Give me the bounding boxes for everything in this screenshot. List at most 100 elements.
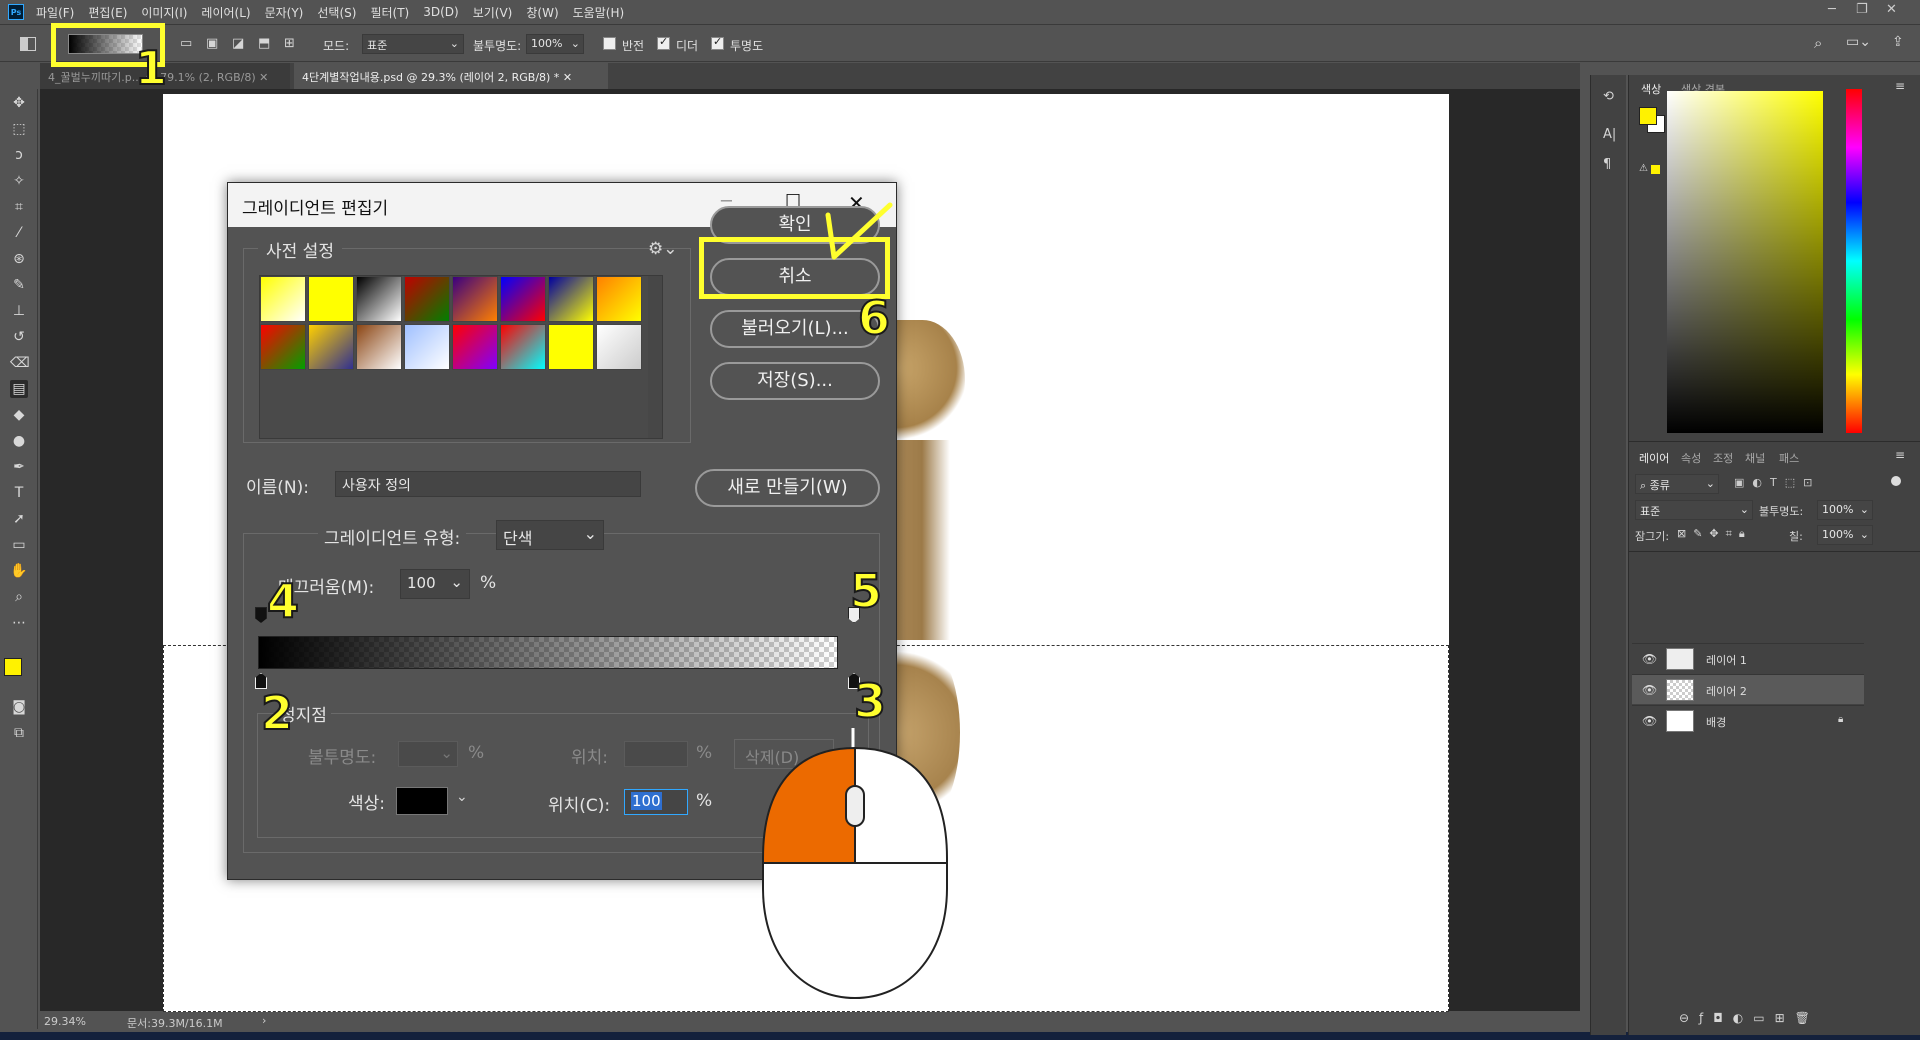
preset-swatch[interactable] [500,276,546,322]
tab-paths[interactable]: 패스 [1779,450,1799,466]
close-icon[interactable]: ✕ [1886,2,1897,17]
layer-actions-icons[interactable]: ⊖ƒ◘◐▭⊞🗑︎ [1679,1011,1820,1025]
healing-brush-tool-icon[interactable]: ⊛ [10,250,28,268]
preset-swatch[interactable] [308,276,354,322]
stop-location-input[interactable] [624,741,688,767]
eye-icon[interactable]: 👁︎ [1642,714,1657,728]
search-icon[interactable]: ⌕ [1814,34,1822,52]
layer-name[interactable]: 레이어 2 [1706,683,1747,699]
crop-tool-icon[interactable]: ⌗ [10,198,28,216]
menu-edit[interactable]: 편집(E) [88,4,127,21]
marquee-tool-icon[interactable]: ⬚ [10,120,28,138]
lock-icons[interactable]: ⊠✎✥⌗🔒︎ [1677,527,1752,541]
menu-image[interactable]: 이미지(I) [141,4,187,21]
menu-window[interactable]: 창(W) [526,4,558,21]
radial-gradient-icon[interactable]: ▣ [206,36,218,51]
close-icon[interactable]: ✕ [259,71,268,84]
gradient-tool-icon[interactable]: ▤ [10,380,28,398]
menu-help[interactable]: 도움말(H) [573,4,625,21]
preset-scrollbar[interactable] [648,276,662,438]
menu-type[interactable]: 문자(Y) [265,4,304,21]
menu-file[interactable]: 파일(F) [36,4,74,21]
move-tool-icon[interactable]: ✥ [10,94,28,112]
blend-mode-select[interactable]: 표준 ⌄ [1635,500,1753,520]
preset-swatch[interactable] [404,276,450,322]
lasso-tool-icon[interactable]: ↄ [10,146,28,164]
zoom-level[interactable]: 29.34% [44,1015,86,1028]
zoom-tool-icon[interactable]: ⌕ [10,588,28,606]
paragraph-panel-icon[interactable]: ¶ [1603,157,1611,172]
tab-adjustments[interactable]: 조정 [1713,450,1733,466]
hand-tool-icon[interactable]: ✋ [10,562,28,580]
shape-tool-icon[interactable]: ▭ [10,536,28,554]
layer-name[interactable]: 배경 [1706,714,1726,730]
preset-swatch[interactable] [548,324,594,370]
hue-slider[interactable] [1846,89,1862,433]
minimize-icon[interactable]: ─ [1828,2,1836,17]
layer-name[interactable]: 레이어 1 [1706,652,1747,668]
opacity-input[interactable]: 100% ⌄ [526,34,584,54]
tab-document-2[interactable]: 4단계별작업내용.psd @ 29.3% (레이어 2, RGB/8) * ✕ [294,63,608,89]
preset-swatch[interactable] [452,276,498,322]
quick-mask-icon[interactable]: ◙ [10,698,28,716]
eye-icon[interactable]: 👁︎ [1642,652,1657,666]
preset-swatch[interactable] [596,276,642,322]
diamond-gradient-icon[interactable]: ⊞ [284,36,295,51]
preset-swatch[interactable] [308,324,354,370]
new-button[interactable]: 새로 만들기(W) [695,469,880,507]
smoothness-input[interactable]: 100 ⌄ [400,569,470,599]
layer-filter-icons[interactable]: ▣◐T⬚⊡ [1734,476,1820,489]
load-button[interactable]: 불러오기(L)... [710,310,880,348]
layer-row-1[interactable]: 👁︎ 레이어 1 [1632,643,1864,673]
chevron-down-icon[interactable]: ⌄ [456,789,468,805]
gear-icon[interactable]: ⚙⌄ [648,239,677,259]
tab-channels[interactable]: 채널 [1745,450,1765,466]
dither-checkbox[interactable] [657,35,670,50]
tab-layers[interactable]: 레이어 [1639,450,1669,466]
path-select-tool-icon[interactable]: ➚ [10,510,28,528]
preset-swatch[interactable] [260,324,306,370]
foreground-color-swatch[interactable] [4,658,22,676]
pen-tool-icon[interactable]: ✒ [10,458,28,476]
brush-tool-icon[interactable]: ✎ [10,276,28,294]
tab-color[interactable]: 색상 [1641,81,1661,97]
save-button[interactable]: 저장(S)... [710,362,880,400]
dodge-tool-icon[interactable]: ● [10,432,28,450]
tab-properties[interactable]: 속성 [1681,450,1701,466]
menu-select[interactable]: 선택(S) [317,4,356,21]
history-brush-tool-icon[interactable]: ↺ [10,328,28,346]
color-location-input[interactable]: 100 [624,789,688,815]
workspace-icon[interactable]: ▭⌄ [1846,34,1871,50]
mode-select[interactable]: 표준 ⌄ [362,34,464,54]
type-tool-icon[interactable]: T [10,484,28,502]
menu-filter[interactable]: 필터(T) [370,4,409,21]
fill-input[interactable]: 100% ⌄ [1817,525,1873,545]
preset-swatch[interactable] [452,324,498,370]
layer-filter-select[interactable]: ⌕ 종류 ⌄ [1635,474,1719,494]
menu-3d[interactable]: 3D(D) [423,5,458,19]
layer-opacity-input[interactable]: 100% ⌄ [1817,500,1873,520]
tool-preset-icon[interactable] [20,37,36,51]
preset-swatch[interactable] [404,324,450,370]
layer-row-2[interactable]: 👁︎ 레이어 2 [1632,674,1864,704]
gradient-type-select[interactable]: 단색 ⌄ [496,520,604,550]
gradient-preview-bar[interactable] [258,636,838,669]
menu-view[interactable]: 보기(V) [473,4,513,21]
eyedropper-tool-icon[interactable]: ⁄ [10,224,28,242]
preset-swatch[interactable] [260,276,306,322]
stamp-tool-icon[interactable]: ⊥ [10,302,28,320]
blur-tool-icon[interactable]: ◆ [10,406,28,424]
color-fg-swatch[interactable] [1639,107,1657,125]
eye-icon[interactable]: 👁︎ [1642,683,1657,697]
preset-swatch[interactable] [500,324,546,370]
chevron-right-icon[interactable]: › [262,1014,266,1027]
layer-row-3[interactable]: 👁︎ 배경 🔒︎ [1632,705,1864,735]
preset-swatch[interactable] [596,324,642,370]
menu-layer[interactable]: 레이어(L) [201,4,250,21]
name-input[interactable]: 사용자 정의 [335,471,641,497]
more-tools-icon[interactable]: ⋯ [10,614,28,632]
preset-swatch[interactable] [548,276,594,322]
share-icon[interactable]: ⇪ [1892,34,1904,50]
preset-swatch[interactable] [356,324,402,370]
preset-swatch[interactable] [356,276,402,322]
